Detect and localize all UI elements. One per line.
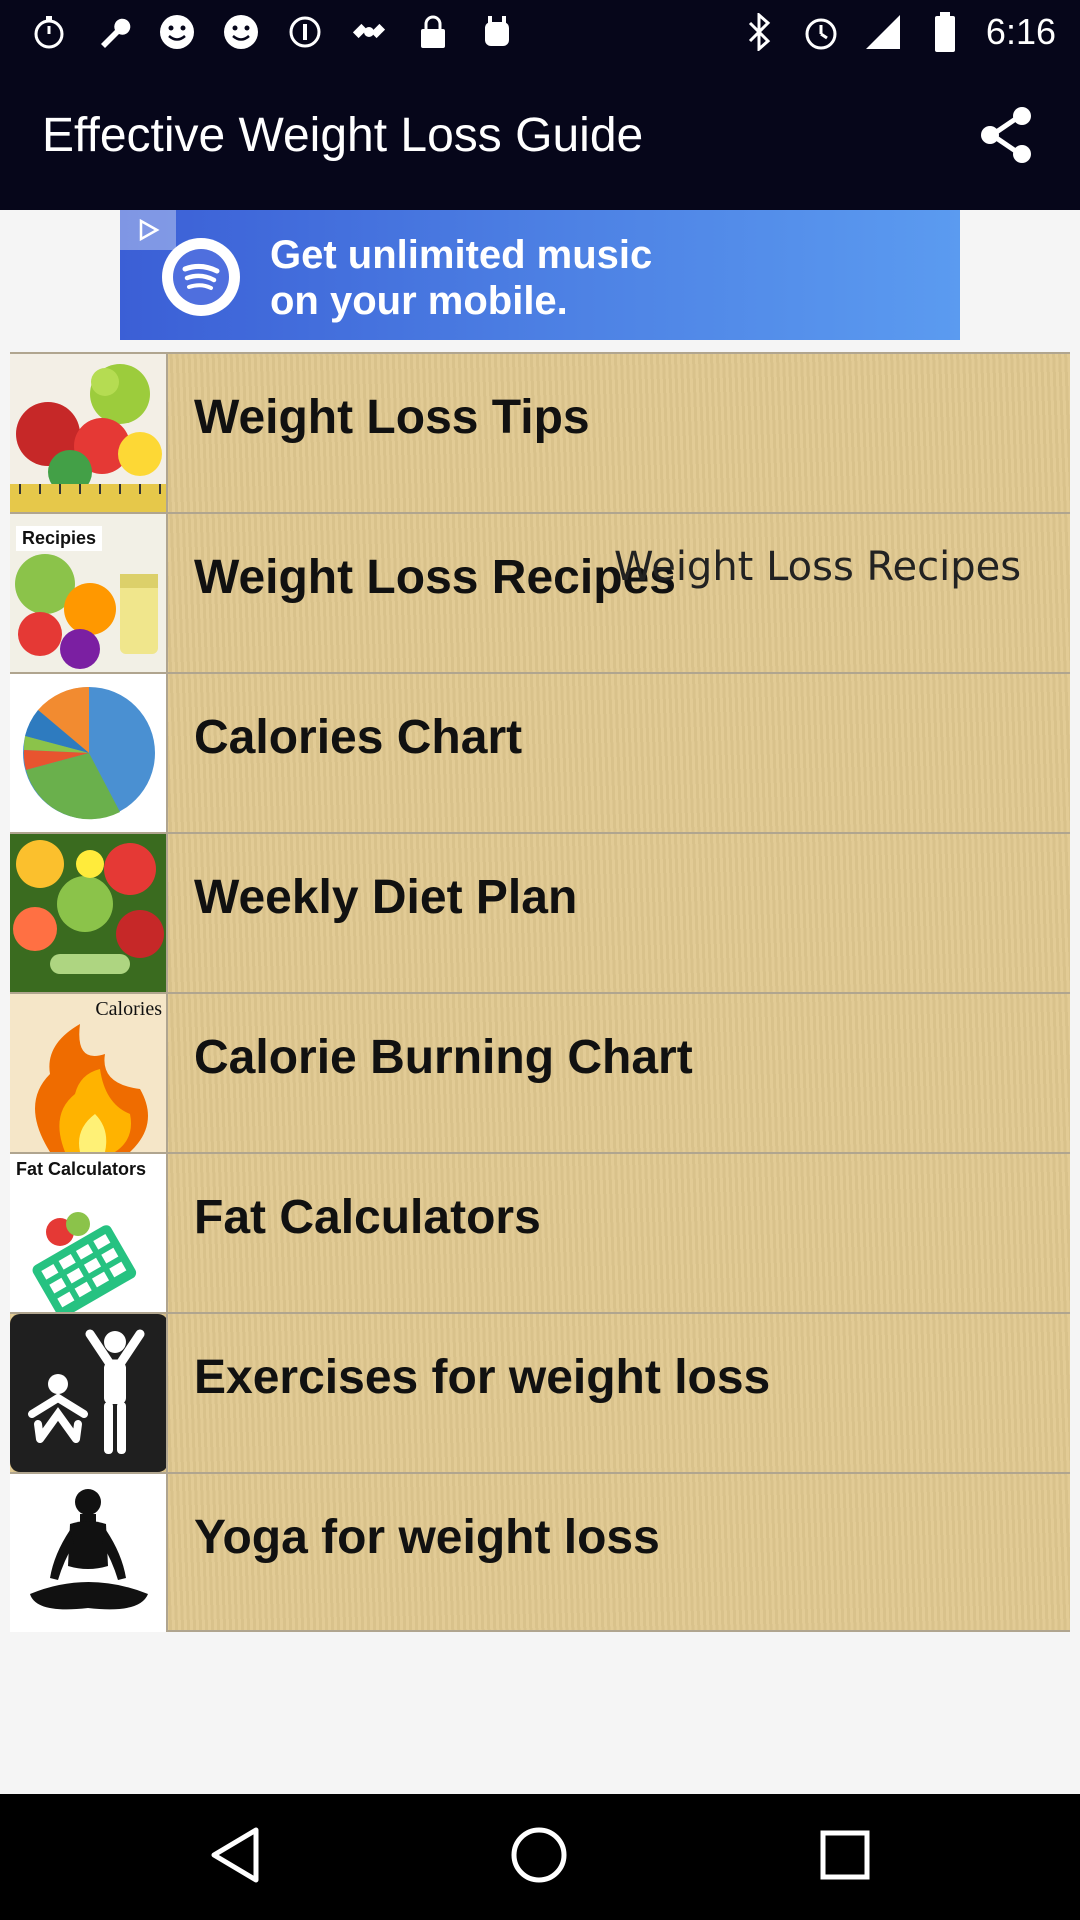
app-bar: Effective Weight Loss Guide	[0, 64, 1080, 210]
fruits-icon	[10, 354, 168, 512]
list-item-calories-chart[interactable]: Calories Chart	[10, 672, 1070, 832]
thumb-caption: Fat Calculators	[16, 1159, 147, 1179]
calculator-icon: Fat Calculators	[10, 1154, 168, 1312]
recipes-icon: Recipies	[10, 514, 168, 672]
list-item-label: Weekly Diet Plan	[194, 871, 578, 924]
smiley-icon	[220, 11, 262, 53]
list-item-calorie-burning-chart[interactable]: Calories Calorie Burning Chart	[10, 992, 1070, 1152]
ad-text: Get unlimited music on your mobile.	[270, 233, 653, 323]
pie-chart-icon	[10, 674, 168, 832]
yoga-icon	[10, 1474, 168, 1632]
list-item-label: Yoga for weight loss	[194, 1511, 660, 1564]
back-icon	[208, 1826, 262, 1889]
battery-icon	[924, 11, 966, 53]
home-icon	[509, 1825, 569, 1890]
share-icon	[976, 104, 1038, 171]
list-item-weight-loss-tips[interactable]: Weight Loss Tips	[10, 352, 1070, 512]
nav-bar	[0, 1794, 1080, 1920]
android-icon	[476, 11, 518, 53]
list-item-label: Calorie Burning Chart	[194, 1031, 693, 1084]
overlay-label: Weight Loss Recipes	[614, 544, 1022, 590]
list-item-label: Calories Chart	[194, 711, 523, 764]
ad-banner[interactable]: Get unlimited music on your mobile.	[120, 210, 960, 340]
home-button[interactable]	[506, 1824, 572, 1890]
share-button[interactable]	[972, 102, 1042, 172]
list-item-yoga[interactable]: Yoga for weight loss	[10, 1472, 1070, 1632]
list-item-exercises[interactable]: Exercises for weight loss	[10, 1312, 1070, 1472]
ad-choices-icon[interactable]	[120, 210, 176, 250]
smiley-icon	[156, 11, 198, 53]
list-item-fat-calculators[interactable]: Fat Calculators Fat Calculators	[10, 1152, 1070, 1312]
list-item-label: Exercises for weight loss	[194, 1351, 771, 1404]
page-title: Effective Weight Loss Guide	[42, 109, 644, 162]
status-time: 6:16	[985, 11, 1056, 52]
stopwatch-icon	[28, 11, 70, 53]
status-icons-left	[28, 10, 518, 54]
list-item-weekly-diet-plan[interactable]: Weekly Diet Plan	[10, 832, 1070, 992]
recents-button[interactable]	[812, 1824, 878, 1890]
status-bar: 6:16	[0, 0, 1080, 64]
recents-icon	[819, 1829, 871, 1886]
list-item-label: Weight Loss Tips	[194, 391, 590, 444]
list-item-weight-loss-recipes[interactable]: Recipies Weight Loss Recipes Weight Loss…	[10, 512, 1070, 672]
list-item-label: Weight Loss Recipes	[194, 551, 676, 604]
menu-list: Weight Loss Tips Recipies Weight Loss Re…	[10, 352, 1070, 1632]
list-item-label: Fat Calculators	[194, 1191, 541, 1244]
thumb-caption: Calories	[95, 998, 162, 1020]
lock-icon	[412, 11, 454, 53]
wrench-icon	[92, 11, 134, 53]
back-button[interactable]	[202, 1824, 268, 1890]
status-icons-right: 6:16	[738, 10, 1056, 54]
info-icon	[284, 11, 326, 53]
satellite-icon	[348, 11, 390, 53]
exercise-icon	[10, 1314, 168, 1472]
signal-icon	[862, 11, 904, 53]
spotify-icon	[162, 238, 240, 316]
flame-icon: Calories	[10, 994, 168, 1152]
bluetooth-icon	[738, 11, 780, 53]
thumb-caption: Recipies	[16, 526, 103, 551]
vegetables-icon	[10, 834, 168, 992]
alarm-icon	[800, 11, 842, 53]
